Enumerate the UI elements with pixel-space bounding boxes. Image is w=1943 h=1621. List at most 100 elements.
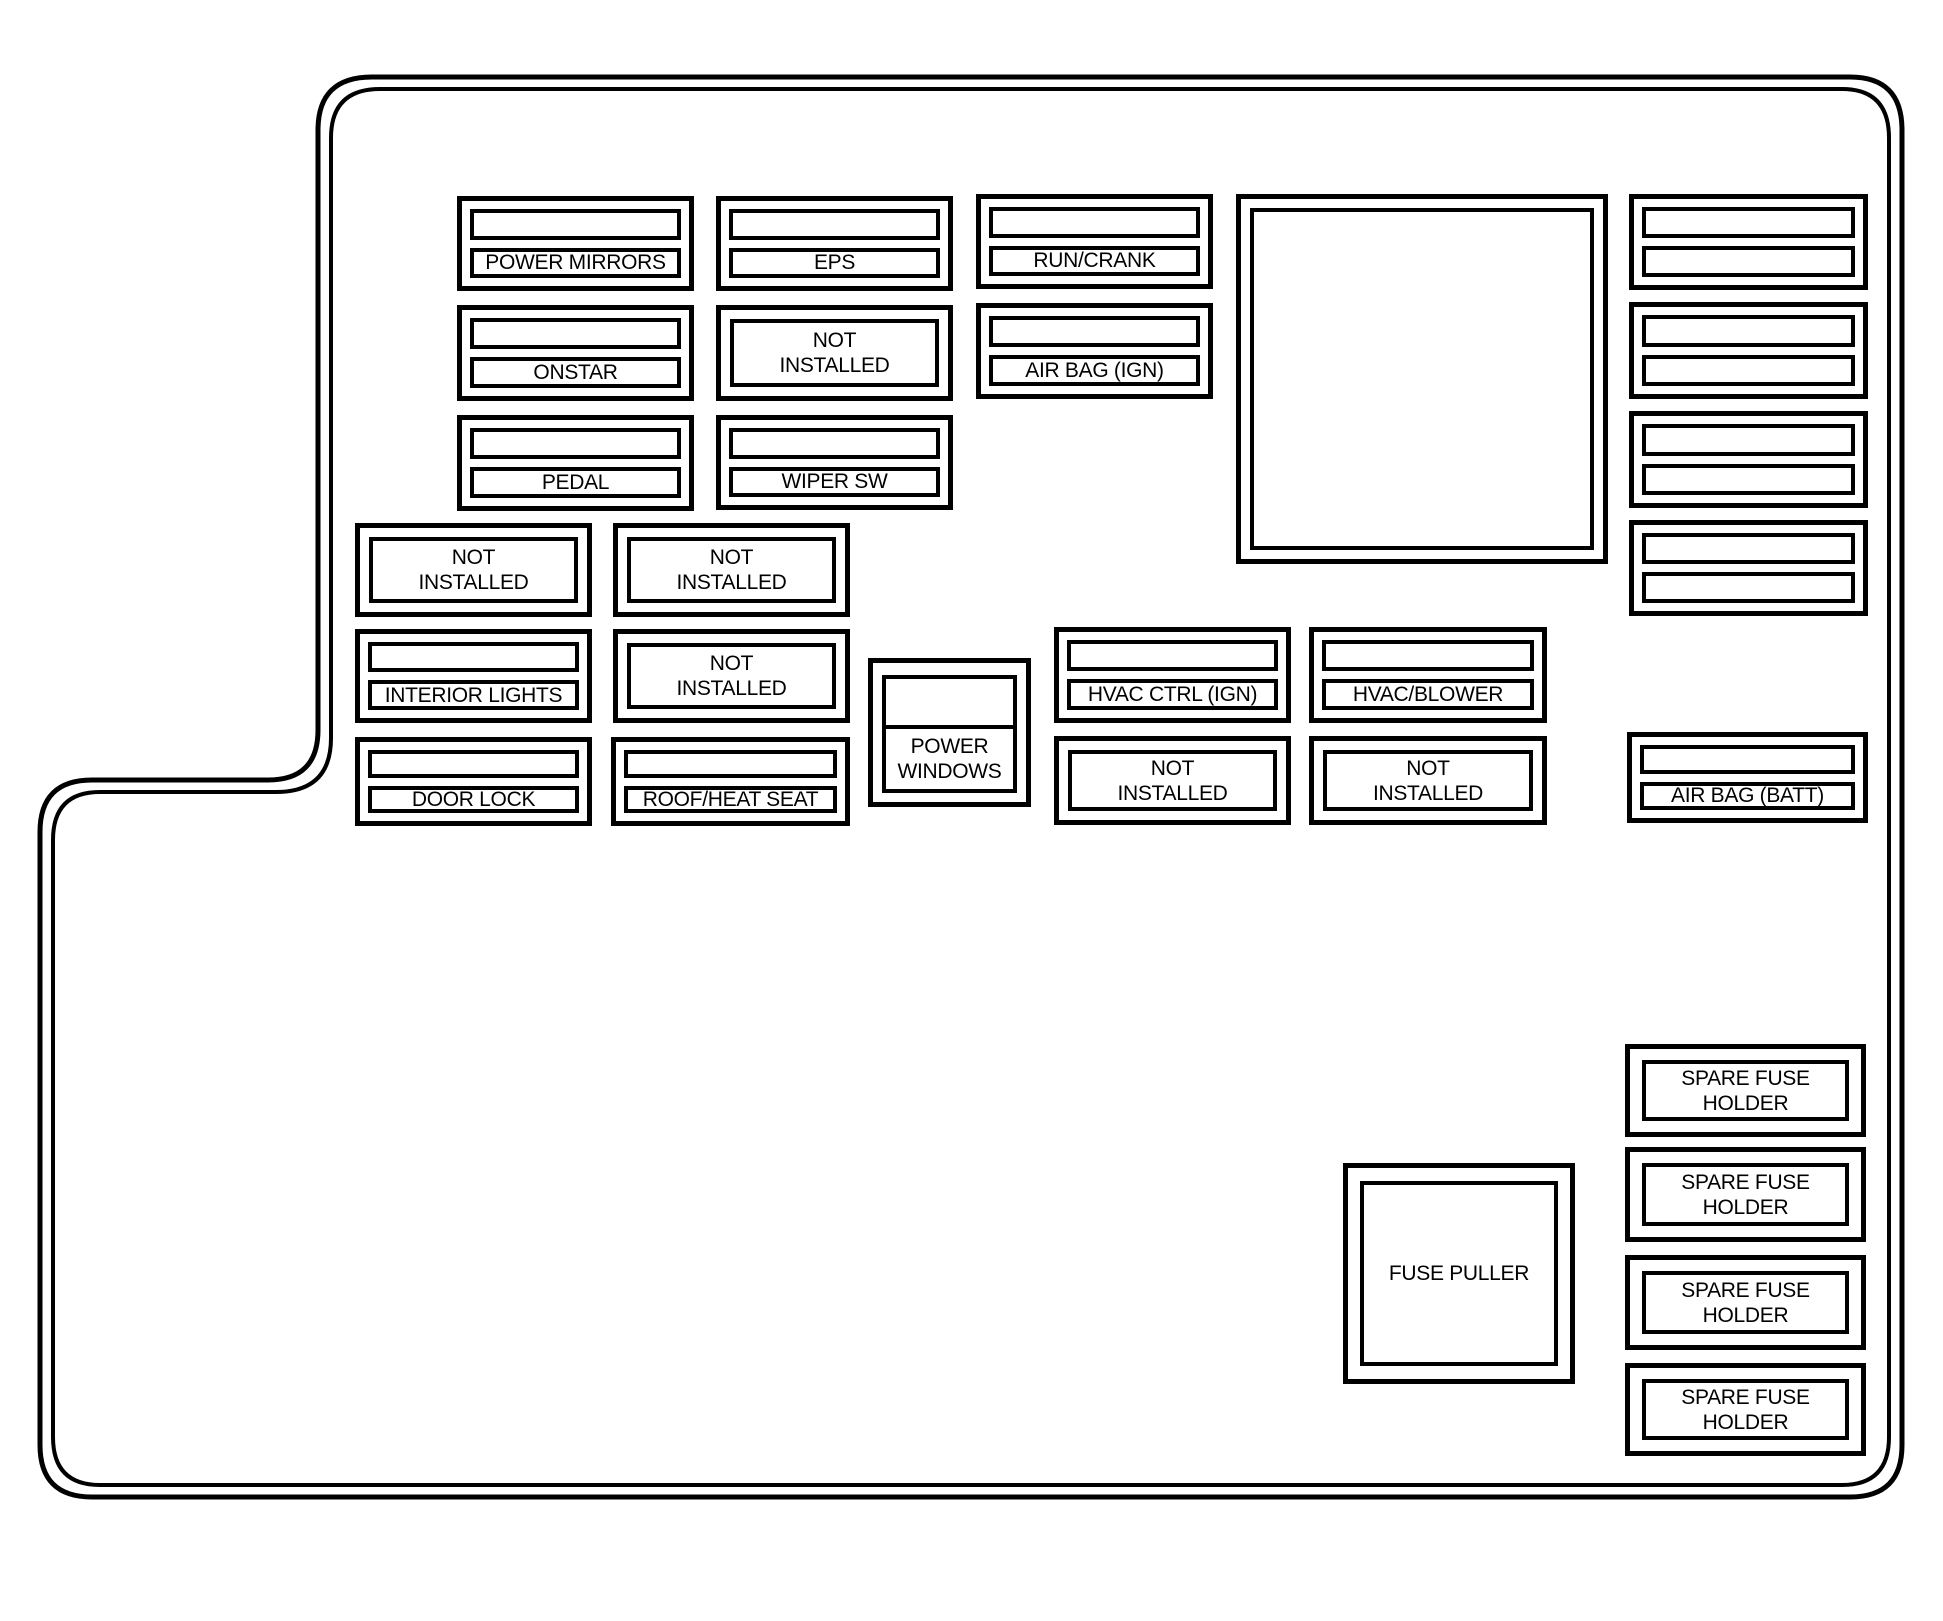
fuse-label: NOT INSTALLED — [627, 643, 836, 709]
fuse-label-text: NOT INSTALLED — [676, 546, 787, 594]
fuse-power-mirrors[interactable]: POWER MIRRORS — [457, 196, 694, 291]
fuse-label-text: HVAC/BLOWER — [1352, 683, 1504, 706]
fuse-label — [1642, 246, 1855, 277]
fuse-label: EPS — [729, 247, 940, 278]
fuse-right-1[interactable] — [1629, 194, 1868, 290]
fuse-label-text: HVAC CTRL (IGN) — [1087, 683, 1258, 706]
fuse-label — [1642, 572, 1855, 603]
spare-fuse-label: SPARE FUSE HOLDER — [1681, 1385, 1810, 1434]
fuse-puller-slot: FUSE PULLER — [1360, 1181, 1558, 1366]
relay-block[interactable] — [1236, 194, 1608, 564]
fuse-slot — [368, 750, 579, 778]
fuse-label: POWER MIRRORS — [470, 247, 681, 278]
fuse-interior-lights[interactable]: INTERIOR LIGHTS — [355, 629, 592, 723]
fuse-label-text: NOT INSTALLED — [676, 652, 787, 700]
fuse-label-text: INTERIOR LIGHTS — [384, 683, 563, 707]
fuse-slot — [1640, 745, 1855, 774]
fuse-power-windows[interactable]: POWER WINDOWS — [868, 658, 1031, 807]
fuse-slot — [1642, 424, 1855, 456]
spare-fuse-holder[interactable]: SPARE FUSE HOLDER — [1625, 1147, 1866, 1242]
fuse-onstar[interactable]: ONSTAR — [457, 305, 694, 401]
fuse-label-text: AIR BAG (BATT) — [1671, 784, 1824, 808]
fuse-label-text: AIR BAG (IGN) — [1025, 359, 1164, 382]
fuse-slot — [1067, 640, 1278, 671]
fuse-label: WIPER SW — [729, 466, 940, 497]
fuse-slot — [368, 642, 579, 672]
fuse-not-installed[interactable]: NOT INSTALLED — [1054, 736, 1291, 825]
fuse-slot — [729, 209, 940, 240]
fuse-slot — [989, 207, 1200, 238]
fuse-label: AIR BAG (IGN) — [989, 355, 1200, 386]
fuse-label-text: WIPER SW — [781, 470, 888, 494]
fuse-slot — [470, 318, 681, 349]
spare-fuse-slot: SPARE FUSE HOLDER — [1642, 1379, 1849, 1440]
fuse-slot — [470, 428, 681, 459]
fuse-label: NOT INSTALLED — [1323, 750, 1533, 811]
fuse-not-installed[interactable]: NOT INSTALLED — [355, 523, 592, 617]
fuse-slot — [1642, 207, 1855, 238]
fuse-not-installed[interactable]: NOT INSTALLED — [716, 305, 953, 401]
fuse-label-text: POWER MIRRORS — [485, 251, 666, 275]
fuse-label: PEDAL — [470, 467, 681, 498]
spare-fuse-label: SPARE FUSE HOLDER — [1681, 1278, 1810, 1327]
spare-fuse-slot: SPARE FUSE HOLDER — [1642, 1060, 1849, 1121]
spare-fuse-label: SPARE FUSE HOLDER — [1681, 1170, 1810, 1219]
fuse-slot — [1642, 533, 1855, 564]
fuse-label — [1642, 354, 1855, 386]
fuse-right-3[interactable] — [1629, 411, 1868, 508]
spare-fuse-holder[interactable]: SPARE FUSE HOLDER — [1625, 1044, 1866, 1137]
fuse-door-lock[interactable]: DOOR LOCK — [355, 737, 592, 826]
fuse-label-text: NOT INSTALLED — [779, 329, 890, 377]
fuse-not-installed[interactable]: NOT INSTALLED — [613, 629, 850, 723]
fuse-slot — [729, 428, 940, 459]
fuse-label: POWER WINDOWS — [882, 725, 1017, 793]
fuse-label-text: EPS — [813, 251, 856, 275]
fuse-hvac-blower[interactable]: HVAC/BLOWER — [1309, 627, 1547, 723]
fuse-right-2[interactable] — [1629, 302, 1868, 399]
fuse-label — [1642, 463, 1855, 495]
fuse-label: NOT INSTALLED — [627, 537, 836, 603]
fuse-label: RUN/CRANK — [989, 245, 1200, 276]
fuse-label: NOT INSTALLED — [1068, 750, 1277, 811]
fuse-label-text: ONSTAR — [533, 361, 618, 384]
fuse-slot — [624, 750, 837, 778]
fuse-label: NOT INSTALLED — [730, 319, 939, 387]
fuse-air-bag-batt[interactable]: AIR BAG (BATT) — [1627, 732, 1868, 823]
fuse-roof-heat-seat[interactable]: ROOF/HEAT SEAT — [611, 737, 850, 826]
fuse-label: HVAC CTRL (IGN) — [1067, 679, 1278, 710]
spare-fuse-holder[interactable]: SPARE FUSE HOLDER — [1625, 1255, 1866, 1350]
fuse-not-installed[interactable]: NOT INSTALLED — [1309, 736, 1547, 825]
fuse-label-text: PEDAL — [541, 471, 610, 494]
fuse-hvac-ctrl-ign[interactable]: HVAC CTRL (IGN) — [1054, 627, 1291, 723]
fuse-eps[interactable]: EPS — [716, 196, 953, 291]
fuse-label-text: POWER WINDOWS — [897, 735, 1002, 783]
fuse-label-text: NOT INSTALLED — [418, 546, 529, 594]
fuse-label: AIR BAG (BATT) — [1640, 781, 1855, 810]
fuse-wiper-sw[interactable]: WIPER SW — [716, 415, 953, 510]
fuse-label-text: RUN/CRANK — [1033, 249, 1156, 273]
fuse-label: DOOR LOCK — [368, 785, 579, 813]
fuse-label-text: NOT INSTALLED — [1372, 756, 1484, 805]
fuse-slot — [1642, 315, 1855, 347]
fuse-label: INTERIOR LIGHTS — [368, 680, 579, 710]
spare-fuse-holder[interactable]: SPARE FUSE HOLDER — [1625, 1363, 1866, 1456]
relay-inner — [1250, 208, 1594, 550]
fuse-puller-label: FUSE PULLER — [1388, 1262, 1530, 1285]
spare-fuse-slot: SPARE FUSE HOLDER — [1642, 1163, 1849, 1226]
fuse-puller[interactable]: FUSE PULLER — [1343, 1163, 1575, 1384]
fuse-label-text: ROOF/HEAT SEAT — [642, 787, 819, 811]
fuse-slot — [470, 209, 681, 240]
fuse-run-crank[interactable]: RUN/CRANK — [976, 194, 1213, 289]
fuse-slot — [1322, 640, 1534, 671]
fuse-label-text: NOT INSTALLED — [1117, 756, 1228, 805]
fuse-label: ROOF/HEAT SEAT — [624, 785, 837, 813]
fuse-air-bag-ign[interactable]: AIR BAG (IGN) — [976, 303, 1213, 399]
fuse-label-text: DOOR LOCK — [411, 787, 536, 811]
fuse-right-4[interactable] — [1629, 520, 1868, 616]
fuse-label: NOT INSTALLED — [369, 537, 578, 603]
fuse-not-installed[interactable]: NOT INSTALLED — [613, 523, 850, 617]
fuse-label: ONSTAR — [470, 357, 681, 388]
fuse-pedal[interactable]: PEDAL — [457, 415, 694, 511]
spare-fuse-slot: SPARE FUSE HOLDER — [1642, 1271, 1849, 1334]
fuse-label: HVAC/BLOWER — [1322, 679, 1534, 710]
